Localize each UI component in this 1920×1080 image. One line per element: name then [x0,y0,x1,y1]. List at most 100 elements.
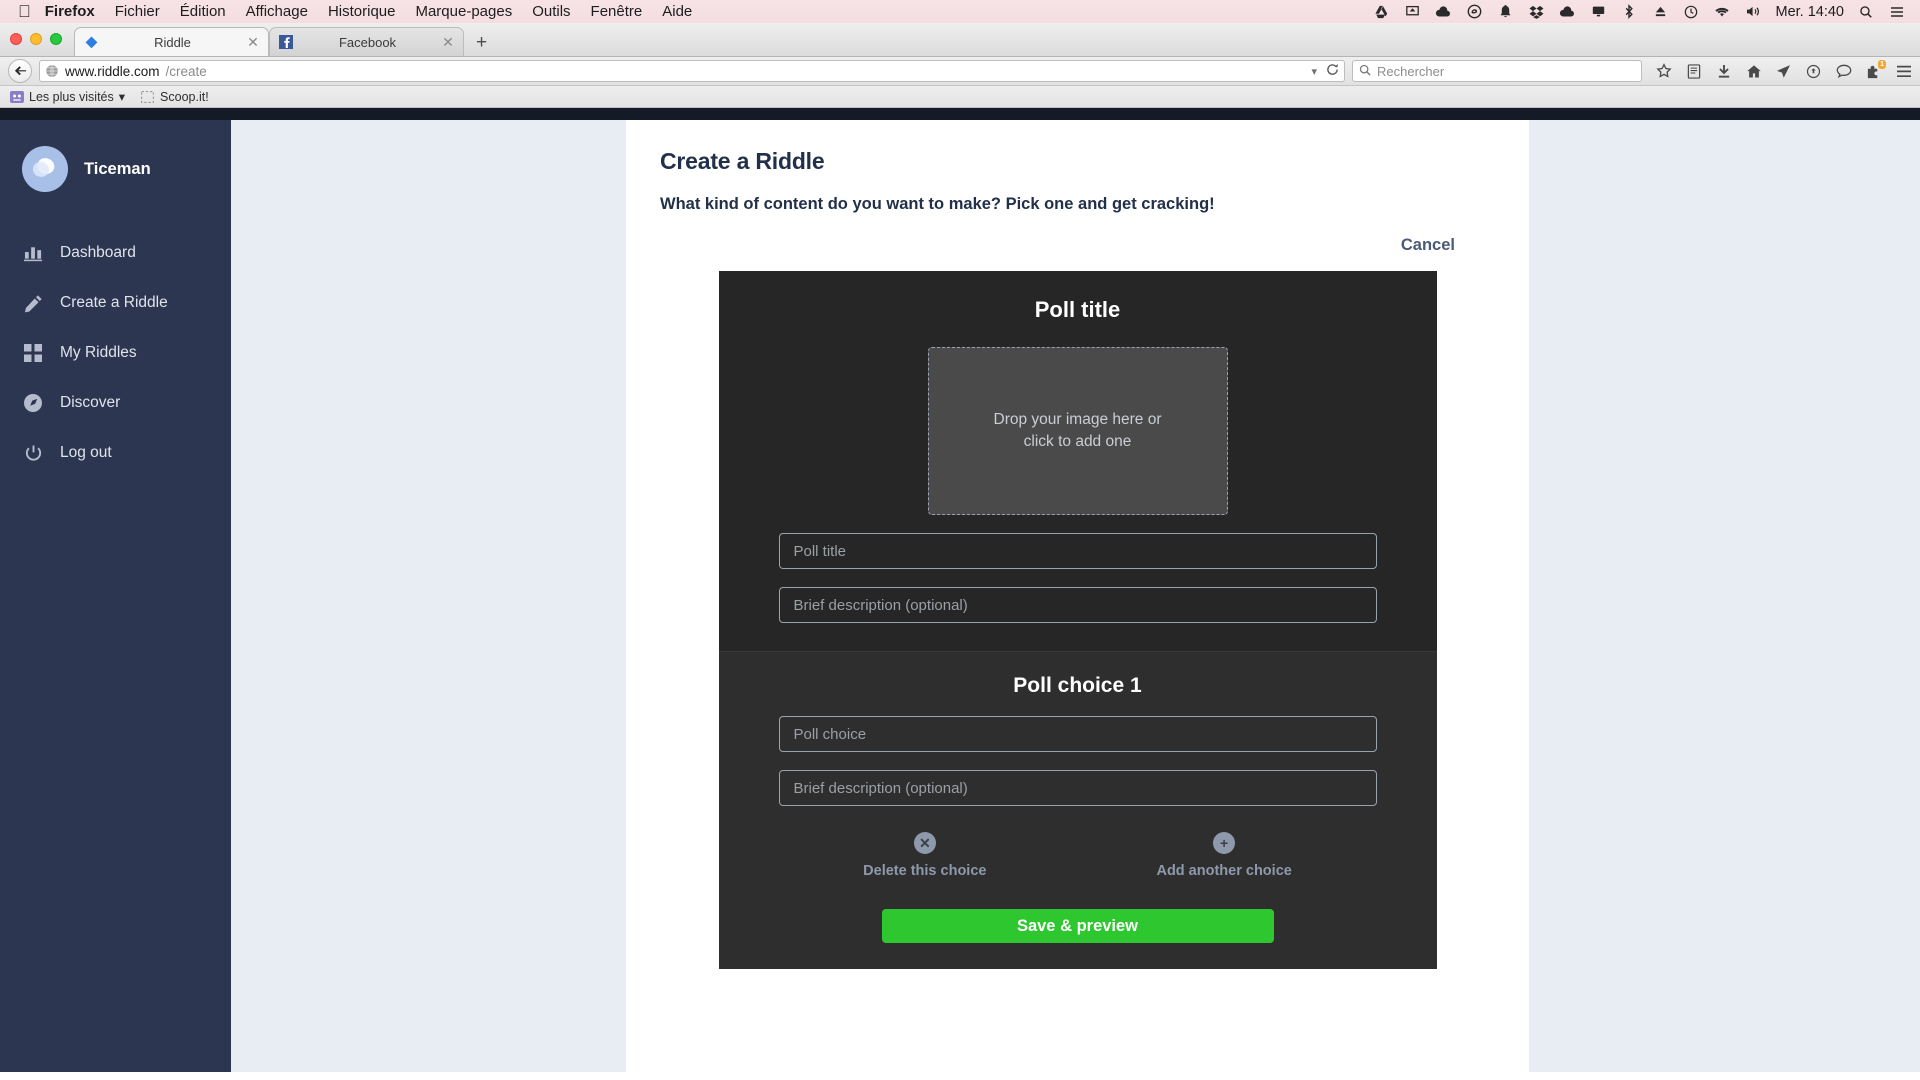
sync-icon[interactable] [1805,63,1822,80]
window-controls [8,22,74,56]
pocket-icon[interactable] [1775,63,1792,80]
circle-x-icon: ✕ [913,832,936,854]
menu-item-firefox[interactable]: Firefox [45,3,95,20]
dropbox-icon[interactable] [1527,4,1545,20]
bell-icon[interactable] [1496,4,1514,20]
chat-icon[interactable] [1835,63,1852,80]
toolbar-icons: 1 [1649,59,1912,80]
poll-choice-input[interactable]: Poll choice [778,716,1377,752]
bookmark-scoopit-label: Scoop.it! [160,89,209,104]
spotlight-search-icon[interactable] [1857,4,1875,20]
content-left-gutter [231,120,626,1072]
menu-item-fenetre[interactable]: Fenêtre [591,3,643,20]
user-profile[interactable]: Ticeman [0,146,231,192]
cancel-button[interactable]: Cancel [1401,236,1455,255]
zoom-button[interactable] [50,33,62,45]
sidebar-item-create-a-riddle[interactable]: Create a Riddle [0,278,231,328]
creative-cloud-icon[interactable] [1465,4,1483,20]
bookmark-les-plus-visites[interactable]: Les plus visités ▾ [10,89,125,104]
minimize-button[interactable] [30,33,42,45]
main-content: Create a Riddle What kind of content do … [231,120,1920,1072]
grid-icon [22,342,44,364]
sidebar-item-dashboard[interactable]: Dashboard [0,228,231,278]
dropzone-line-1: Drop your image here or [993,410,1162,428]
bookmark-star-icon[interactable] [1655,63,1672,80]
address-bar[interactable]: www.riddle.com/create ▾ [39,60,1345,82]
sidebar-item-my-riddles[interactable]: My Riddles [0,328,231,378]
chevron-down-icon[interactable]: ▾ [1311,65,1317,78]
riddle-diamond-favicon [83,34,99,50]
sidebar-item-discover[interactable]: Discover [0,378,231,428]
hamburger-menu-icon[interactable] [1895,63,1912,80]
search-input[interactable]: Rechercher [1352,60,1642,82]
delete-this-choice-label: Delete this choice [863,863,987,879]
poll-title-heading: Poll title [1034,297,1121,322]
app-sidebar: Ticeman Dashboard Create a Riddle My Rid… [0,120,231,1072]
bookmark-icon [141,90,155,103]
menu-item-marque-pages[interactable]: Marque-pages [415,3,512,20]
display-icon[interactable] [1589,4,1607,20]
poll-title-input-placeholder: Poll title [793,542,847,560]
page-top-strip [0,108,1920,120]
tab-facebook-close-icon[interactable]: ✕ [441,35,455,49]
back-arrow-icon[interactable] [8,59,32,83]
image-dropzone[interactable]: Drop your image here or click to add one [927,347,1228,515]
new-tab-button[interactable]: + [464,33,499,56]
menu-bar-status-area: Mer. 14:40 [1372,4,1910,20]
poll-title-input[interactable]: Poll title [778,533,1377,569]
sidebar-item-log-out[interactable]: Log out [0,428,231,478]
tab-facebook[interactable]: Facebook ✕ [269,27,464,56]
bookmark-scoopit[interactable]: Scoop.it! [141,90,209,104]
menu-item-outils[interactable]: Outils [532,3,570,20]
tab-riddle[interactable]: Riddle ✕ [74,27,269,56]
add-another-choice-button[interactable]: + Add another choice [1156,832,1292,879]
cloud-sync-icon[interactable] [1558,4,1576,20]
cloud-icon[interactable] [1434,4,1452,20]
poll-choice-description-input[interactable]: Brief description (optional) [778,770,1377,806]
reload-icon[interactable] [1326,63,1339,79]
notification-center-icon[interactable] [1888,4,1906,20]
eject-icon[interactable] [1651,4,1669,20]
menu-item-historique[interactable]: Historique [328,3,396,20]
bluetooth-icon[interactable] [1620,4,1638,20]
tab-riddle-close-icon[interactable]: ✕ [246,35,260,49]
save-and-preview-button[interactable]: Save & preview [881,909,1274,943]
menu-item-aide[interactable]: Aide [662,3,692,20]
menu-bar-clock[interactable]: Mer. 14:40 [1775,4,1844,20]
menu-item-edition[interactable]: Édition [180,3,226,20]
time-machine-icon[interactable] [1682,4,1700,20]
poll-editor-card: Poll title Drop your image here or click… [718,271,1437,969]
wifi-icon[interactable] [1713,4,1731,20]
content-sheet: Create a Riddle What kind of content do … [626,120,1529,1072]
bookmarks-bar: Les plus visités ▾ Scoop.it! [0,86,1920,108]
riddle-app: Ticeman Dashboard Create a Riddle My Rid… [0,120,1920,1072]
poll-title-section: Poll title Drop your image here or click… [718,271,1437,651]
poll-choice-fields: Poll choice Brief description (optional) [719,716,1437,806]
menu-item-affichage[interactable]: Affichage [246,3,308,20]
addon-badge: 1 [1878,59,1886,69]
airplay-icon[interactable] [1403,4,1421,20]
search-input-placeholder: Rechercher [1377,63,1445,79]
compass-icon [22,392,44,414]
addon-icon[interactable]: 1 [1865,59,1886,80]
delete-this-choice-button[interactable]: ✕ Delete this choice [863,832,986,879]
google-drive-icon[interactable] [1372,4,1390,20]
chevron-down-icon[interactable]: ▾ [119,89,125,104]
username-label: Ticeman [84,159,151,178]
page-title: Create a Riddle [660,148,825,174]
page-subtitle: What kind of content do you want to make… [660,195,1215,213]
menu-item-fichier[interactable]: Fichier [115,3,160,20]
facebook-favicon [278,34,294,50]
home-icon[interactable] [1745,63,1762,80]
apple-logo-icon[interactable]:  [18,3,31,20]
poll-description-input[interactable]: Brief description (optional) [778,587,1377,623]
download-icon[interactable] [1715,63,1732,80]
volume-icon[interactable] [1744,4,1762,20]
add-another-choice-label: Add another choice [1156,863,1292,879]
reader-icon[interactable] [1685,63,1702,80]
tab-riddle-label: Riddle [154,34,191,50]
address-bar-icons: ▾ [1311,63,1339,79]
poll-choice-section: Poll choice 1 Poll choice Brief descript… [718,652,1437,969]
close-button[interactable] [10,33,22,45]
poll-choice-heading: Poll choice 1 [1013,674,1142,697]
